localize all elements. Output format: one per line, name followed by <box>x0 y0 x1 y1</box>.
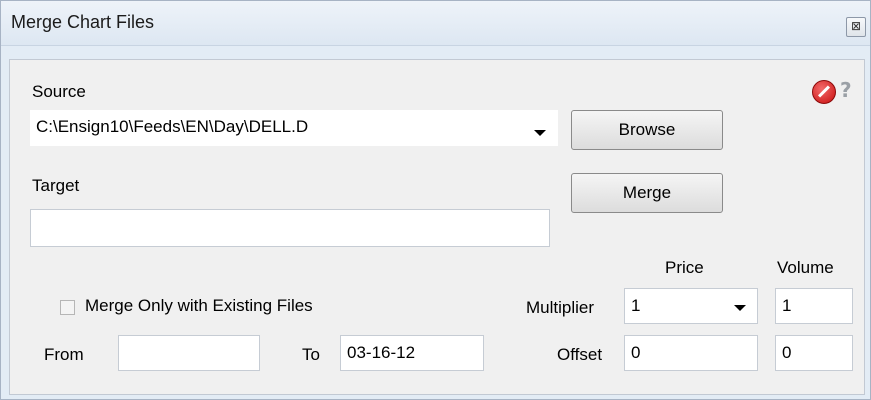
offset-label: Offset <box>557 345 603 364</box>
price-offset-input[interactable]: 0 <box>624 335 758 371</box>
volume-offset-input[interactable]: 0 <box>775 335 853 371</box>
merge-existing-checkbox[interactable] <box>60 300 75 315</box>
merge-chart-files-dialog: Merge Chart Files ⊠ ? Source C:\Ensign10… <box>0 0 871 400</box>
merge-button[interactable]: Merge <box>571 173 723 213</box>
merge-existing-label[interactable]: Merge Only with Existing Files <box>85 296 313 316</box>
stop-icon[interactable] <box>812 80 836 104</box>
dialog-panel: ? Source C:\Ensign10\Feeds\EN\Day\DELL.D… <box>9 59 865 395</box>
price-multiplier-value: 1 <box>631 296 641 315</box>
price-offset-value: 0 <box>631 343 641 362</box>
target-label: Target <box>32 176 80 195</box>
source-label: Source <box>32 82 86 101</box>
title-bar[interactable]: Merge Chart Files ⊠ <box>1 1 870 46</box>
volume-multiplier-input[interactable]: 1 <box>775 288 853 324</box>
help-icon[interactable]: ? <box>840 78 852 102</box>
from-date-input[interactable] <box>118 335 260 371</box>
source-value: C:\Ensign10\Feeds\EN\Day\DELL.D <box>36 117 309 136</box>
close-icon[interactable]: ⊠ <box>846 17 866 37</box>
volume-header: Volume <box>777 258 834 277</box>
browse-button[interactable]: Browse <box>571 110 723 150</box>
volume-multiplier-value: 1 <box>782 296 792 315</box>
to-date-value: 03-16-12 <box>347 343 416 362</box>
price-header: Price <box>665 258 704 277</box>
multiplier-label: Multiplier <box>526 298 595 317</box>
source-dropdown-chevron-down-icon[interactable] <box>534 130 546 136</box>
to-label: To <box>302 345 320 364</box>
target-input[interactable] <box>30 209 550 247</box>
from-label: From <box>44 345 84 364</box>
price-multiplier-chevron-down-icon[interactable] <box>734 305 746 311</box>
to-date-input[interactable]: 03-16-12 <box>340 335 484 371</box>
window-title: Merge Chart Files <box>11 12 155 32</box>
source-dropdown[interactable]: C:\Ensign10\Feeds\EN\Day\DELL.D <box>30 110 558 146</box>
volume-offset-value: 0 <box>782 343 792 362</box>
